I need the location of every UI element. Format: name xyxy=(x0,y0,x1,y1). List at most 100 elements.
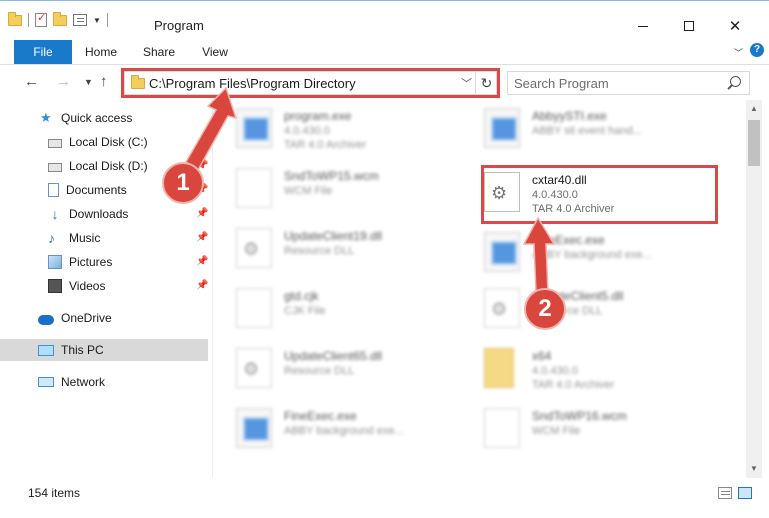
network-icon xyxy=(38,377,54,387)
file-item[interactable]: UpdateClient65.dll Resource DLL xyxy=(226,344,466,392)
pictures-icon xyxy=(48,255,62,269)
sidebar-item-downloads[interactable]: ↓ Downloads 📌 xyxy=(0,203,209,225)
sidebar-item-label: Pictures xyxy=(69,255,113,269)
help-icon[interactable]: ? xyxy=(750,43,764,57)
maximize-button[interactable] xyxy=(666,11,712,41)
pin-icon[interactable]: 📌 xyxy=(196,280,208,291)
sidebar-item-quick-access[interactable]: ★ Quick access xyxy=(0,107,208,129)
file-type: CJK File xyxy=(284,305,326,317)
ribbon-tabs: File Home Share View ﹀ ? xyxy=(0,40,769,65)
toolbar-separator xyxy=(106,13,108,27)
sidebar-item-label: Local Disk (C:) xyxy=(69,135,148,149)
scroll-up-icon[interactable]: ▲ xyxy=(750,104,758,113)
address-highlight-box xyxy=(121,68,500,98)
file-name: x64 xyxy=(532,349,552,363)
sidebar-item-label: Network xyxy=(61,375,106,389)
sidebar-item-pictures[interactable]: Pictures 📌 xyxy=(0,251,208,273)
sidebar-item-label: Quick access xyxy=(61,111,133,125)
pin-icon[interactable]: 📌 xyxy=(196,232,208,243)
file-item[interactable]: SndToWP15.wcm WCM File xyxy=(226,164,466,212)
pin-icon[interactable]: 📌 xyxy=(196,256,208,267)
minimize-icon xyxy=(638,25,648,27)
tab-share[interactable]: Share xyxy=(136,40,182,64)
folder-icon xyxy=(484,348,514,388)
file-name: UpdateClient19.dll xyxy=(284,229,383,243)
large-icons-view-icon[interactable] xyxy=(738,487,752,499)
dll-icon xyxy=(236,228,272,268)
folder-icon[interactable] xyxy=(8,11,22,26)
sidebar-item-label: Local Disk (D:) xyxy=(69,159,148,173)
file-item[interactable]: FineExec.exe ABBY background exe... xyxy=(226,404,466,452)
file-name: FineExec.exe xyxy=(532,233,605,247)
new-folder-icon[interactable] xyxy=(53,11,67,26)
file-name: FineExec.exe xyxy=(284,409,357,423)
tab-view[interactable]: View xyxy=(192,40,238,64)
file-item[interactable]: SndToWP16.wcm WCM File xyxy=(474,404,714,452)
sidebar-item-this-pc[interactable]: This PC xyxy=(0,339,208,361)
customize-view-icon[interactable] xyxy=(73,14,87,26)
sidebar-item-label: Videos xyxy=(69,279,106,293)
sidebar-item-videos[interactable]: Videos 📌 xyxy=(0,275,208,297)
chevron-down-icon[interactable]: ▼ xyxy=(93,16,101,25)
file-item[interactable]: AbbyySTI.exe ABBY sti event hand... xyxy=(474,104,714,152)
search-icon[interactable] xyxy=(730,76,741,87)
search-input[interactable] xyxy=(514,75,714,91)
chevron-down-icon[interactable]: ﹀ xyxy=(734,46,743,59)
file-version: 4.0.430.0 xyxy=(284,125,330,137)
vertical-scrollbar[interactable]: ▲ ▼ xyxy=(746,100,762,478)
file-type: Resource DLL xyxy=(284,365,355,377)
quick-access-toolbar: ▼ xyxy=(8,11,108,27)
forward-arrow-icon[interactable]: → xyxy=(56,73,71,90)
file-name: SndToWP15.wcm xyxy=(284,169,379,183)
window-title: Program xyxy=(154,18,204,33)
file-item[interactable]: x64 4.0.430.0 TAR 4.0 Archiver xyxy=(474,344,714,392)
title-bar: ▼ Program ✕ xyxy=(0,0,769,40)
pane-divider[interactable] xyxy=(212,100,213,478)
scroll-thumb[interactable] xyxy=(748,120,760,166)
file-icon xyxy=(236,168,272,208)
file-name: UpdateClient65.dll xyxy=(284,349,383,363)
recent-locations-chevron-icon[interactable]: ▼ xyxy=(84,77,93,87)
tab-home[interactable]: Home xyxy=(78,40,124,64)
file-name: SndToWP16.wcm xyxy=(532,409,627,423)
close-button[interactable]: ✕ xyxy=(712,11,758,41)
file-item[interactable]: UpdateClient19.dll Resource DLL xyxy=(226,224,466,272)
scroll-down-icon[interactable]: ▼ xyxy=(750,464,758,473)
step-badge-1: 1 xyxy=(162,162,204,204)
sidebar-item-label: OneDrive xyxy=(61,311,112,325)
search-box[interactable] xyxy=(507,71,750,95)
file-description: ABBY sti event hand... xyxy=(532,125,642,137)
sidebar-item-network[interactable]: Network xyxy=(0,371,208,393)
file-icon xyxy=(484,408,520,448)
file-item[interactable]: FineExec.exe ABBY background exe... xyxy=(474,228,714,276)
file-type: Resource DLL xyxy=(284,245,355,257)
sidebar-item-music[interactable]: ♪ Music 📌 xyxy=(0,227,208,249)
exe-icon xyxy=(236,408,272,448)
properties-check-icon[interactable] xyxy=(35,11,47,27)
music-icon: ♪ xyxy=(48,230,55,246)
drive-icon xyxy=(48,139,62,148)
tab-file[interactable]: File xyxy=(14,40,72,64)
pin-icon[interactable]: 📌 xyxy=(196,136,208,147)
pin-icon[interactable]: 📌 xyxy=(196,208,208,219)
star-icon: ★ xyxy=(40,110,52,125)
close-icon: ✕ xyxy=(728,18,742,35)
minimize-button[interactable] xyxy=(620,11,666,41)
sidebar-item-onedrive[interactable]: OneDrive xyxy=(0,307,208,329)
exe-icon xyxy=(484,232,520,272)
file-description: ABBY background exe... xyxy=(284,425,404,437)
computer-icon xyxy=(38,344,54,356)
file-item[interactable]: gtd.cjk CJK File xyxy=(226,284,466,332)
step-badge-2: 2 xyxy=(524,288,566,330)
back-arrow-icon[interactable]: ← xyxy=(24,73,39,90)
documents-icon xyxy=(48,183,59,197)
file-highlight-box xyxy=(481,165,718,224)
maximize-icon xyxy=(684,21,694,31)
sidebar-item-local-disk-c[interactable]: Local Disk (C:) 📌 xyxy=(0,131,208,153)
file-item[interactable]: program.exe 4.0.430.0 TAR 4.0 Archiver xyxy=(226,104,466,152)
file-item[interactable]: UpdateClient5.dll Resource DLL xyxy=(474,284,714,332)
dll-icon xyxy=(484,288,520,328)
up-arrow-icon[interactable]: ↑ xyxy=(100,73,108,90)
file-name: program.exe xyxy=(284,109,352,123)
details-view-icon[interactable] xyxy=(718,487,732,499)
